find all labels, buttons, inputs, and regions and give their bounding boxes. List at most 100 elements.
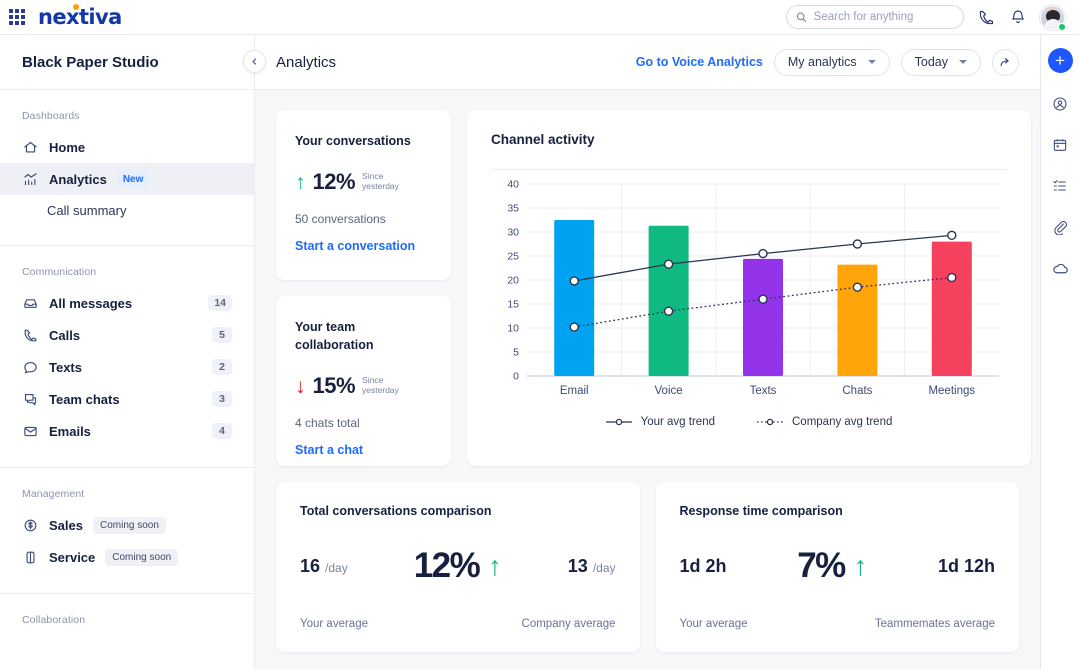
scope-select[interactable]: My analytics bbox=[774, 49, 890, 76]
bell-icon[interactable] bbox=[1008, 7, 1028, 27]
sidebar-subitem-call-summary[interactable]: Call summary bbox=[0, 195, 254, 225]
x-axis-tick: Email bbox=[560, 385, 589, 397]
x-axis-tick: Meetings bbox=[928, 385, 975, 397]
chats-icon bbox=[22, 391, 39, 408]
calendar-icon[interactable] bbox=[1050, 135, 1070, 155]
stat-subtext: 4 chats total bbox=[295, 416, 432, 430]
sidebar-item-label: Calls bbox=[49, 328, 80, 343]
sidebar-item-all-messages[interactable]: All messages 14 bbox=[0, 287, 254, 319]
stat-percent: 15% bbox=[313, 373, 356, 399]
badge-new: New bbox=[117, 172, 150, 187]
workspace-name[interactable]: Black Paper Studio bbox=[0, 35, 254, 90]
avatar[interactable] bbox=[1040, 5, 1065, 30]
paperclip-icon[interactable] bbox=[1050, 217, 1070, 237]
unread-count: 4 bbox=[212, 423, 232, 439]
value-number: 16 bbox=[300, 556, 320, 576]
chevron-left-icon bbox=[250, 57, 259, 66]
trend-up-icon: ↑ bbox=[295, 172, 306, 193]
add-button[interactable]: + bbox=[1048, 48, 1073, 73]
main-area: Analytics Go to Voice Analytics My analy… bbox=[255, 35, 1040, 669]
sidebar-item-label: Service bbox=[49, 550, 95, 565]
sidebar-item-emails[interactable]: Emails 4 bbox=[0, 415, 254, 447]
sidebar-item-analytics[interactable]: Analytics New bbox=[0, 163, 254, 195]
bottom-row: Total conversations comparison 16 /day 1… bbox=[276, 482, 1019, 652]
left-label: Your average bbox=[680, 618, 748, 630]
search-icon bbox=[796, 11, 807, 23]
search-input[interactable] bbox=[814, 11, 954, 23]
sidebar-item-calls[interactable]: Calls 5 bbox=[0, 319, 254, 351]
stat-cards-column: Your conversations ↑ 12% Since yesterday… bbox=[276, 110, 451, 466]
unread-count: 5 bbox=[212, 327, 232, 343]
sidebar-item-team-chats[interactable]: Team chats 3 bbox=[0, 383, 254, 415]
percent-value: 7% bbox=[797, 546, 845, 586]
cloud-icon[interactable] bbox=[1050, 258, 1070, 278]
go-to-voice-analytics-link[interactable]: Go to Voice Analytics bbox=[636, 55, 763, 69]
sidebar-item-sales[interactable]: Sales Coming soon bbox=[0, 509, 254, 541]
section-label-dashboards: Dashboards bbox=[0, 110, 254, 122]
y-axis-tick: 0 bbox=[513, 371, 519, 383]
y-axis-tick: 5 bbox=[513, 347, 519, 359]
card-title: Your conversations bbox=[295, 132, 432, 150]
unread-count: 14 bbox=[208, 295, 232, 311]
presence-online-indicator bbox=[1058, 23, 1066, 31]
delta-percent: 7% ↑ bbox=[797, 546, 867, 586]
comparison-values: 1d 2h 7% ↑ 1d 12h bbox=[680, 546, 996, 586]
date-range-value: Today bbox=[915, 55, 948, 69]
phone-icon[interactable] bbox=[976, 7, 996, 27]
page-title: Analytics bbox=[276, 54, 336, 71]
card-title: Total conversations comparison bbox=[300, 504, 616, 518]
comparison-values: 16 /day 12% ↑ 13 /day bbox=[300, 546, 616, 586]
bar-email bbox=[554, 220, 594, 376]
left-label: Your average bbox=[300, 618, 368, 630]
value-unit: /day bbox=[325, 561, 348, 575]
sidebar-collapse-button[interactable] bbox=[243, 50, 266, 73]
section-label-management: Management bbox=[0, 488, 254, 500]
percent-value: 12% bbox=[414, 546, 480, 586]
section-label-communication: Communication bbox=[0, 266, 254, 278]
contacts-icon[interactable] bbox=[1050, 94, 1070, 114]
sidebar-item-label: Emails bbox=[49, 424, 91, 439]
start-a-chat-link[interactable]: Start a chat bbox=[295, 443, 432, 457]
right-rail: + bbox=[1040, 35, 1079, 669]
company-average-value: 13 /day bbox=[568, 556, 616, 577]
chevron-down-icon bbox=[868, 60, 876, 64]
trend-point bbox=[570, 323, 578, 331]
date-range-select[interactable]: Today bbox=[901, 49, 981, 76]
nextiva-logo[interactable]: nextiva bbox=[38, 5, 122, 29]
chart-title: Channel activity bbox=[491, 132, 1007, 147]
tasks-list-icon[interactable] bbox=[1050, 176, 1070, 196]
your-average-value: 1d 2h bbox=[680, 556, 727, 577]
bar-voice bbox=[649, 226, 689, 376]
y-axis-tick: 20 bbox=[507, 275, 519, 287]
app-root: nextiva bbox=[0, 0, 1079, 669]
legend-item-your-avg: Your avg trend bbox=[606, 416, 715, 428]
card-title: Your team collaboration bbox=[295, 318, 432, 354]
teammates-average-value: 1d 12h bbox=[938, 556, 995, 577]
left-sidebar: Black Paper Studio Dashboards Home Analy… bbox=[0, 35, 255, 669]
sidebar-item-label: Analytics bbox=[49, 172, 107, 187]
logo-text: nextiva bbox=[38, 5, 122, 29]
analytics-content: Your conversations ↑ 12% Since yesterday… bbox=[255, 90, 1040, 669]
value-number: 1d 2h bbox=[680, 556, 727, 576]
analytics-header: Analytics Go to Voice Analytics My analy… bbox=[255, 35, 1040, 90]
comparison-labels: Your average Teammemates average bbox=[680, 618, 996, 630]
bar-chats bbox=[837, 265, 877, 376]
share-arrow-icon bbox=[999, 56, 1012, 69]
response-time-comparison-card: Response time comparison 1d 2h 7% ↑ 1d 1… bbox=[656, 482, 1020, 652]
home-icon bbox=[22, 139, 39, 156]
total-conversations-comparison-card: Total conversations comparison 16 /day 1… bbox=[276, 482, 640, 652]
apps-grid-icon[interactable] bbox=[9, 9, 25, 25]
sidebar-item-home[interactable]: Home bbox=[0, 131, 254, 163]
comparison-labels: Your average Company average bbox=[300, 618, 616, 630]
sidebar-item-service[interactable]: Service Coming soon bbox=[0, 541, 254, 573]
search-box[interactable] bbox=[786, 5, 964, 29]
sidebar-item-texts[interactable]: Texts 2 bbox=[0, 351, 254, 383]
share-button[interactable] bbox=[992, 49, 1019, 76]
trend-point bbox=[948, 231, 956, 239]
x-axis-tick: Voice bbox=[655, 385, 683, 397]
envelope-icon bbox=[22, 423, 39, 440]
legend-label: Your avg trend bbox=[641, 416, 715, 428]
start-a-conversation-link[interactable]: Start a conversation bbox=[295, 239, 432, 253]
sidebar-divider bbox=[0, 245, 254, 246]
y-axis-tick: 35 bbox=[507, 203, 519, 215]
